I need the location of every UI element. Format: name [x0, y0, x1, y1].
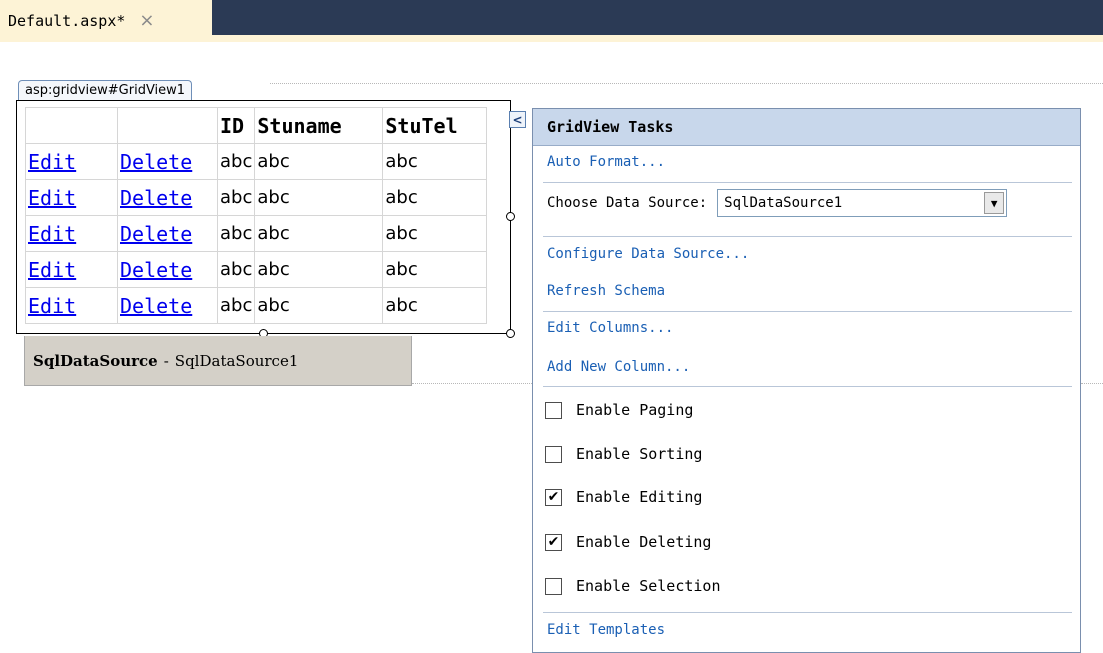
- cell-stutel: abc: [382, 215, 488, 252]
- cell-id: abc: [216, 287, 256, 324]
- enable-deleting-option[interactable]: ✔ Enable Deleting: [545, 533, 711, 551]
- sqldatasource-separator: -: [163, 351, 169, 370]
- add-new-column-link[interactable]: Add New Column...: [547, 359, 690, 375]
- enable-paging-checkbox[interactable]: [545, 401, 562, 419]
- edit-link[interactable]: Edit: [25, 143, 118, 180]
- chevron-down-icon[interactable]: ▼: [984, 192, 1005, 214]
- data-source-value: SqlDataSource1: [724, 195, 843, 211]
- cell-stutel: abc: [382, 251, 488, 288]
- table-row: Edit Delete abc abc abc: [25, 179, 488, 216]
- refresh-schema-link[interactable]: Refresh Schema: [547, 283, 665, 299]
- enable-editing-option[interactable]: ✔ Enable Editing: [545, 488, 702, 506]
- cell-stuname: abc: [254, 179, 384, 216]
- cell-id: abc: [216, 143, 256, 180]
- gridview-table: ID Stuname StuTel Edit Delete abc abc ab…: [25, 107, 488, 324]
- cell-stuname: abc: [254, 143, 384, 180]
- delete-link[interactable]: Delete: [117, 251, 218, 288]
- document-tab-bar: Default.aspx* ×: [0, 0, 1103, 42]
- sqldatasource-name: SqlDataSource1: [174, 351, 299, 370]
- header-cell: [25, 107, 118, 144]
- enable-deleting-label: Enable Deleting: [576, 533, 712, 551]
- gridview-tasks-panel: GridView Tasks Auto Format... Choose Dat…: [532, 108, 1081, 653]
- divider: [543, 386, 1072, 387]
- data-source-select[interactable]: SqlDataSource1 ▼: [717, 189, 1008, 217]
- design-guide-right: [1081, 383, 1103, 384]
- cell-stuname: abc: [254, 215, 384, 252]
- cell-stutel: abc: [382, 287, 488, 324]
- edit-columns-link[interactable]: Edit Columns...: [547, 320, 673, 336]
- tab-default-aspx[interactable]: Default.aspx* ×: [0, 0, 212, 42]
- design-guide-top: [270, 83, 1103, 84]
- cell-stuname: abc: [254, 287, 384, 324]
- gridview-designer[interactable]: ID Stuname StuTel Edit Delete abc abc ab…: [16, 100, 511, 334]
- table-row: Edit Delete abc abc abc: [25, 215, 488, 252]
- enable-editing-label: Enable Editing: [576, 488, 703, 506]
- edit-link[interactable]: Edit: [25, 287, 118, 324]
- delete-link[interactable]: Delete: [117, 143, 218, 180]
- edit-link[interactable]: Edit: [25, 215, 118, 252]
- divider: [543, 182, 1072, 183]
- close-icon[interactable]: ×: [139, 12, 154, 30]
- enable-sorting-checkbox[interactable]: [545, 445, 562, 463]
- divider: [543, 612, 1072, 613]
- enable-selection-label: Enable Selection: [576, 577, 721, 595]
- enable-deleting-checkbox[interactable]: ✔: [545, 533, 562, 551]
- enable-paging-label: Enable Paging: [576, 401, 694, 419]
- sqldatasource-type: SqlDataSource: [33, 351, 158, 370]
- enable-paging-option[interactable]: Enable Paging: [545, 401, 693, 419]
- cell-stutel: abc: [382, 143, 488, 180]
- header-cell-stuname: Stuname: [254, 107, 384, 144]
- cell-stutel: abc: [382, 179, 488, 216]
- edit-link[interactable]: Edit: [25, 251, 118, 288]
- table-row: Edit Delete abc abc abc: [25, 143, 488, 180]
- choose-data-source-label: Choose Data Source:: [547, 195, 708, 211]
- tab-bar-background: [212, 0, 1103, 35]
- divider: [543, 236, 1072, 237]
- cell-id: abc: [216, 179, 256, 216]
- table-row: Edit Delete abc abc abc: [25, 287, 488, 324]
- enable-sorting-option[interactable]: Enable Sorting: [545, 445, 702, 463]
- resize-handle-right[interactable]: [506, 212, 515, 221]
- enable-sorting-label: Enable Sorting: [576, 445, 703, 463]
- header-cell: [117, 107, 218, 144]
- enable-selection-option[interactable]: Enable Selection: [545, 577, 721, 595]
- cell-id: abc: [216, 215, 256, 252]
- tasks-panel-title: GridView Tasks: [533, 109, 1080, 146]
- auto-format-link[interactable]: Auto Format...: [547, 154, 665, 170]
- resize-handle-corner[interactable]: [506, 329, 515, 338]
- gridview-control-tag[interactable]: asp:gridview#GridView1: [18, 80, 193, 100]
- header-cell-id: ID: [216, 107, 256, 144]
- delete-link[interactable]: Delete: [117, 215, 218, 252]
- sqldatasource-control[interactable]: SqlDataSource - SqlDataSource1: [24, 336, 412, 386]
- smart-tag-chevron-icon[interactable]: <: [509, 111, 526, 128]
- delete-link[interactable]: Delete: [117, 287, 218, 324]
- edit-templates-link[interactable]: Edit Templates: [547, 622, 665, 638]
- table-row: Edit Delete abc abc abc: [25, 251, 488, 288]
- tab-title: Default.aspx*: [8, 12, 126, 30]
- cell-stuname: abc: [254, 251, 384, 288]
- delete-link[interactable]: Delete: [117, 179, 218, 216]
- header-cell-stutel: StuTel: [382, 107, 488, 144]
- cell-id: abc: [216, 251, 256, 288]
- enable-selection-checkbox[interactable]: [545, 577, 562, 595]
- edit-link[interactable]: Edit: [25, 179, 118, 216]
- design-guide-bottom: [412, 383, 532, 384]
- divider: [543, 311, 1072, 312]
- choose-data-source-row: Choose Data Source: SqlDataSource1 ▼: [547, 189, 1008, 217]
- header-row: ID Stuname StuTel: [25, 107, 488, 144]
- configure-data-source-link[interactable]: Configure Data Source...: [547, 246, 749, 262]
- enable-editing-checkbox[interactable]: ✔: [545, 488, 562, 506]
